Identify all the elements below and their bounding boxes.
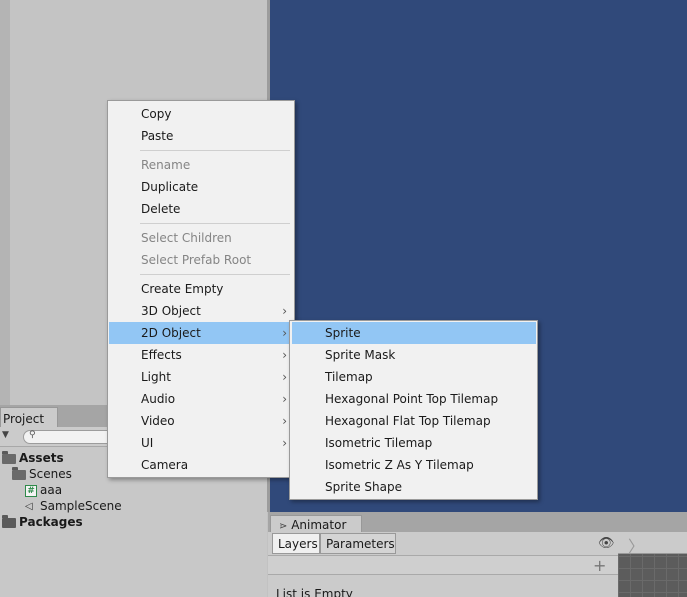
- menu-item-sprite[interactable]: Sprite: [292, 322, 536, 344]
- menu-item-delete[interactable]: Delete: [109, 198, 295, 220]
- menu-item-effects[interactable]: Effects ›: [109, 344, 295, 366]
- menu-item-light[interactable]: Light ›: [109, 366, 295, 388]
- menu-separator: [140, 223, 290, 224]
- eye-icon[interactable]: 👁: [598, 536, 615, 551]
- chevron-right-icon: ›: [282, 414, 287, 428]
- tree-item-samplescene[interactable]: ◁ SampleScene: [25, 499, 122, 515]
- menu-item-2d-object[interactable]: 2D Object ›: [109, 322, 295, 344]
- chevron-right-icon: ›: [282, 304, 287, 318]
- tab-animator[interactable]: ⋗ Animator: [270, 515, 362, 532]
- submenu-2d-object: Sprite Sprite Mask Tilemap Hexagonal Poi…: [289, 320, 538, 500]
- animator-layers-pane: Layers Parameters 👁 + List is Empty: [268, 532, 618, 597]
- tree-item-packages[interactable]: Packages: [2, 514, 83, 531]
- layers-toolbar: +: [268, 555, 618, 575]
- menu-item-isometric-z-as-y-tilemap[interactable]: Isometric Z As Y Tilemap: [292, 454, 536, 476]
- menu-item-create-empty[interactable]: Create Empty: [109, 278, 295, 300]
- tab-project[interactable]: Project: [0, 407, 58, 427]
- folder-icon: [2, 514, 16, 528]
- chevron-right-icon: ›: [282, 370, 287, 384]
- folder-open-icon: [2, 450, 16, 464]
- menu-item-tilemap[interactable]: Tilemap: [292, 366, 536, 388]
- left-strip: [0, 0, 10, 405]
- chevron-right-icon: ›: [282, 326, 287, 340]
- menu-item-isometric-tilemap[interactable]: Isometric Tilemap: [292, 432, 536, 454]
- context-menu: Copy Paste Rename Duplicate Delete Selec…: [107, 100, 295, 478]
- tab-parameters[interactable]: Parameters: [320, 533, 396, 554]
- menu-item-hex-point-top-tilemap[interactable]: Hexagonal Point Top Tilemap: [292, 388, 536, 410]
- menu-item-ui[interactable]: UI ›: [109, 432, 295, 454]
- menu-item-hex-flat-top-tilemap[interactable]: Hexagonal Flat Top Tilemap: [292, 410, 536, 432]
- tree-item-scenes[interactable]: Scenes: [12, 466, 72, 483]
- chevron-right-icon: 〉: [628, 537, 645, 556]
- chevron-right-icon: ›: [282, 392, 287, 406]
- menu-item-sprite-mask[interactable]: Sprite Mask: [292, 344, 536, 366]
- empty-list-text: List is Empty: [276, 587, 353, 597]
- chevron-right-icon: ›: [282, 348, 287, 362]
- add-layer-icon[interactable]: +: [593, 556, 606, 575]
- menu-item-paste[interactable]: Paste: [109, 125, 295, 147]
- menu-item-duplicate[interactable]: Duplicate: [109, 176, 295, 198]
- csharp-script-icon: #: [25, 484, 37, 497]
- breadcrumb: 〉: [618, 532, 687, 556]
- menu-item-sprite-shape[interactable]: Sprite Shape: [292, 476, 536, 498]
- chevron-right-icon: ›: [282, 436, 287, 450]
- menu-item-audio[interactable]: Audio ›: [109, 388, 295, 410]
- tree-item-aaa[interactable]: # aaa: [25, 483, 62, 499]
- tab-layers[interactable]: Layers: [272, 533, 320, 554]
- menu-item-select-children[interactable]: Select Children: [109, 227, 295, 249]
- create-dropdown-icon[interactable]: ▼: [2, 430, 9, 440]
- animator-icon: ⋗: [279, 521, 288, 532]
- unity-scene-icon: ◁: [25, 500, 33, 512]
- folder-open-icon: [12, 466, 26, 480]
- search-icon: ⚲: [29, 430, 36, 440]
- menu-item-video[interactable]: Video ›: [109, 410, 295, 432]
- animator-graph[interactable]: 〉: [618, 532, 687, 597]
- menu-item-select-prefab-root[interactable]: Select Prefab Root: [109, 249, 295, 271]
- menu-item-3d-object[interactable]: 3D Object ›: [109, 300, 295, 322]
- menu-separator: [140, 274, 290, 275]
- tree-item-assets[interactable]: Assets: [2, 450, 64, 467]
- menu-item-camera[interactable]: Camera: [109, 454, 295, 476]
- menu-item-rename[interactable]: Rename: [109, 154, 295, 176]
- menu-separator: [140, 150, 290, 151]
- menu-item-copy[interactable]: Copy: [109, 103, 295, 125]
- animator-tab-bar: ⋗ Animator: [268, 512, 687, 532]
- animator-panel: ⋗ Animator Layers Parameters 👁 + List is…: [268, 512, 687, 597]
